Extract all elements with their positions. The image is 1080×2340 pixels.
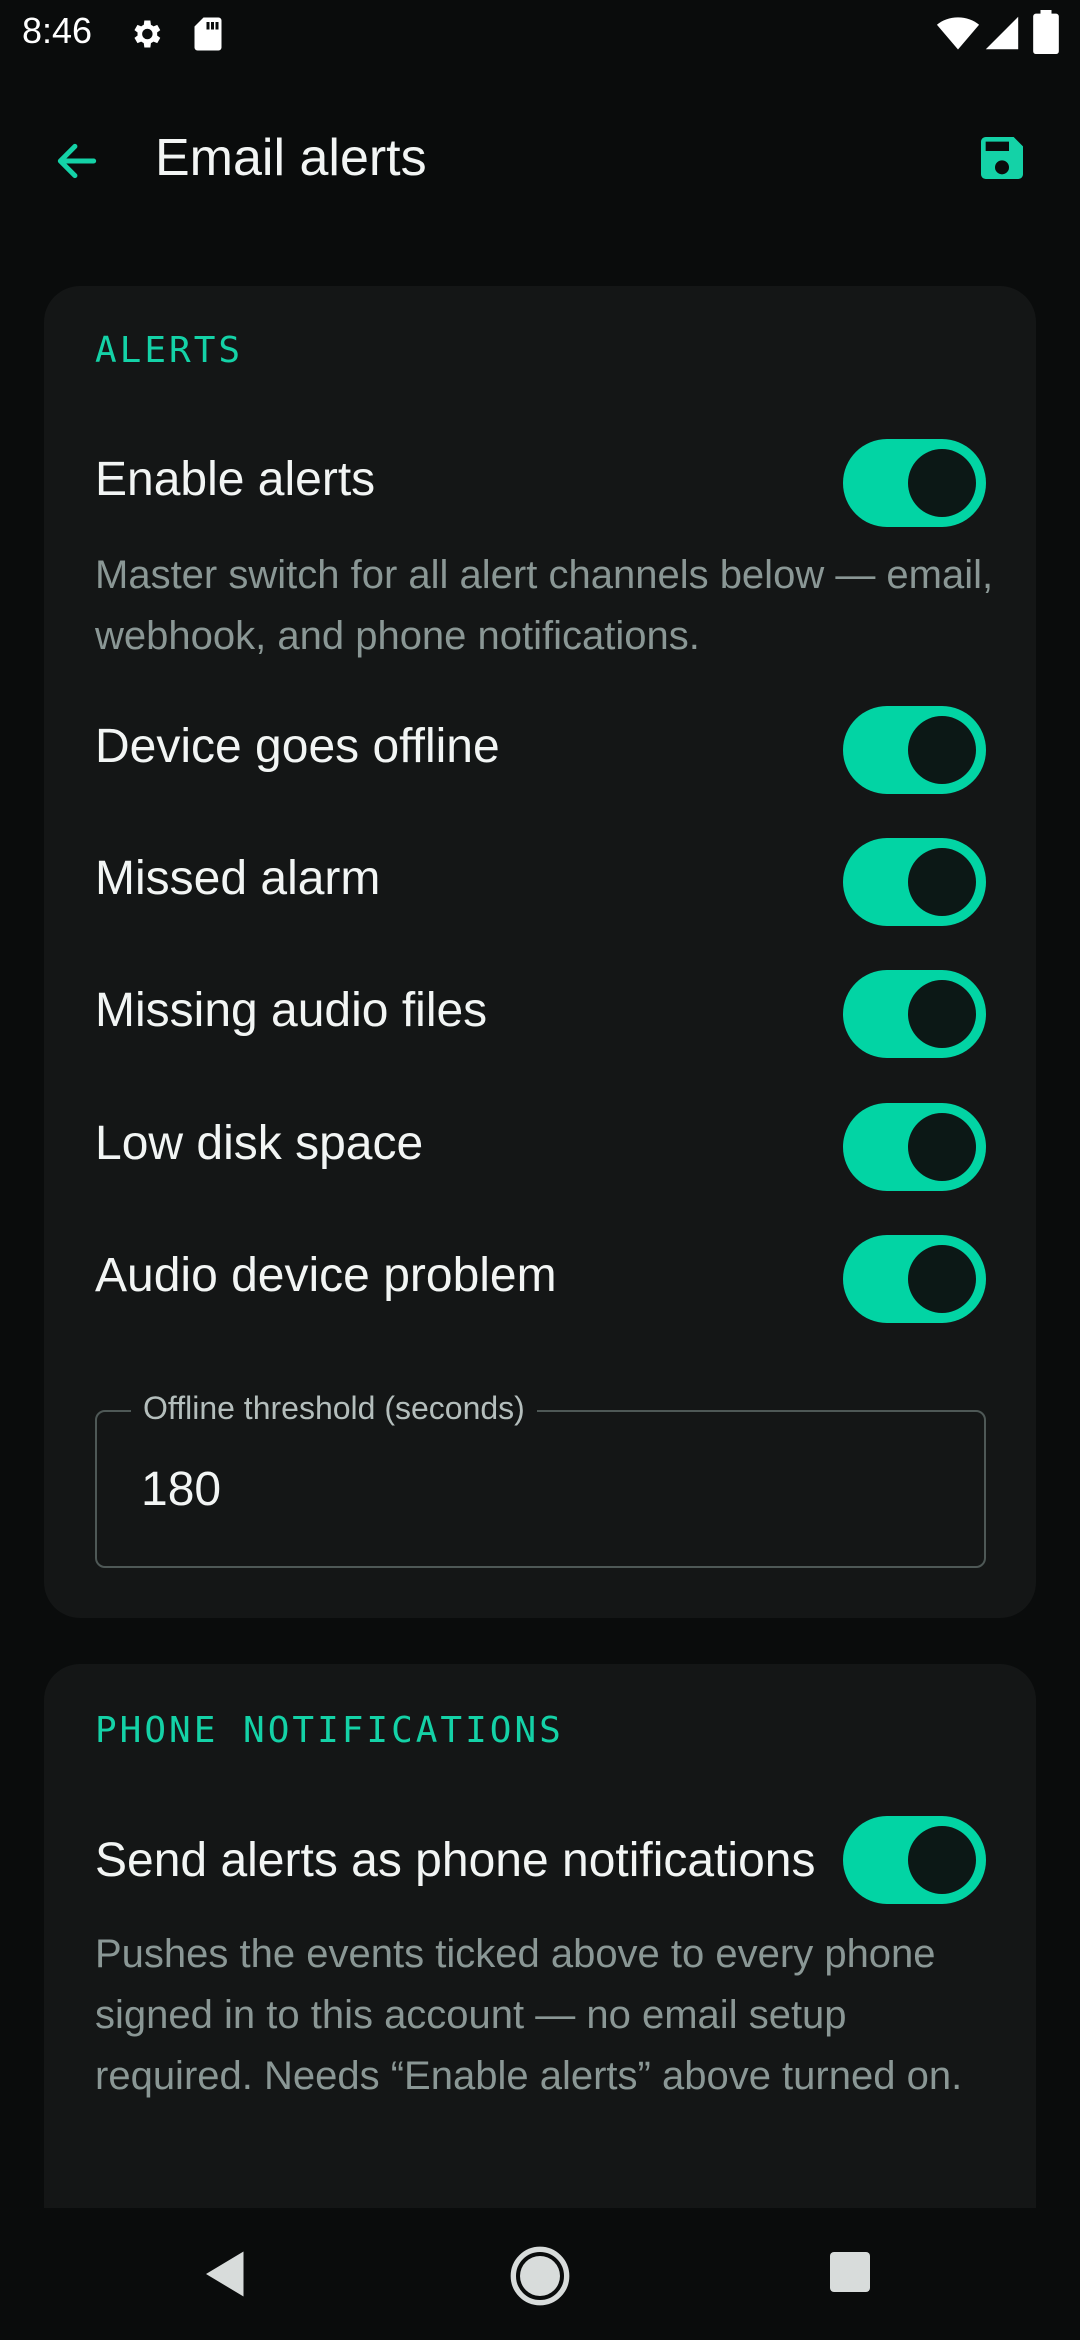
- low-disk-label: Low disk space: [95, 1117, 424, 1170]
- nav-recents-icon[interactable]: [826, 2248, 874, 2296]
- navigation-bar: [0, 2208, 1080, 2340]
- missing-audio-toggle[interactable]: [843, 970, 986, 1058]
- status-time: 8:46: [22, 10, 93, 51]
- audio-device-toggle[interactable]: [843, 1235, 986, 1323]
- missed-alarm-label: Missed alarm: [95, 852, 381, 905]
- alerts-section-title: ALERTS: [95, 330, 244, 371]
- send-phone-description: Pushes the events ticked above to every …: [95, 1932, 963, 2098]
- audio-device-label: Audio device problem: [95, 1249, 557, 1302]
- app-bar: Email alerts: [0, 66, 1080, 242]
- screen: 8:46 Email alerts ALERTS Enable alerts M…: [0, 0, 1080, 2340]
- save-button[interactable]: [962, 118, 1042, 198]
- enable-alerts-label: Enable alerts: [95, 453, 376, 506]
- toggle-knob: [908, 1245, 976, 1313]
- arrow-back-icon: [57, 143, 97, 179]
- nav-back-icon[interactable]: [196, 2244, 256, 2304]
- back-button[interactable]: [34, 118, 120, 204]
- missed-alarm-toggle[interactable]: [843, 838, 986, 926]
- send-phone-label: Send alerts as phone notifications: [95, 1834, 816, 1887]
- sd-card-icon: [194, 17, 222, 51]
- phone-section-title: PHONE NOTIFICATIONS: [95, 1710, 564, 1751]
- cell-signal-icon: [985, 16, 1019, 50]
- offline-threshold-input[interactable]: [141, 1462, 941, 1517]
- device-offline-label: Device goes offline: [95, 720, 500, 773]
- gear-icon: [134, 20, 161, 48]
- offline-threshold-field[interactable]: Offline threshold (seconds): [95, 1390, 986, 1568]
- toggle-knob: [908, 980, 976, 1048]
- status-bar: 8:46: [0, 0, 1080, 66]
- send-phone-toggle[interactable]: [843, 1816, 986, 1904]
- offline-threshold-label: Offline threshold (seconds): [131, 1390, 537, 1427]
- wifi-icon: [936, 17, 980, 50]
- save-icon: [981, 137, 1023, 179]
- battery-icon: [1033, 10, 1059, 54]
- nav-home-icon[interactable]: [508, 2244, 572, 2308]
- toggle-knob: [908, 1826, 976, 1894]
- toggle-knob: [908, 449, 976, 517]
- alerts-card: ALERTS Enable alerts Master switch for a…: [44, 286, 1036, 1618]
- missing-audio-label: Missing audio files: [95, 984, 488, 1037]
- low-disk-toggle[interactable]: [843, 1103, 986, 1191]
- enable-alerts-description: Master switch for all alert channels bel…: [95, 553, 994, 658]
- page-title: Email alerts: [155, 129, 427, 187]
- toggle-knob: [908, 716, 976, 784]
- toggle-knob: [908, 1113, 976, 1181]
- device-offline-toggle[interactable]: [843, 706, 986, 794]
- toggle-knob: [908, 848, 976, 916]
- enable-alerts-toggle[interactable]: [843, 439, 986, 527]
